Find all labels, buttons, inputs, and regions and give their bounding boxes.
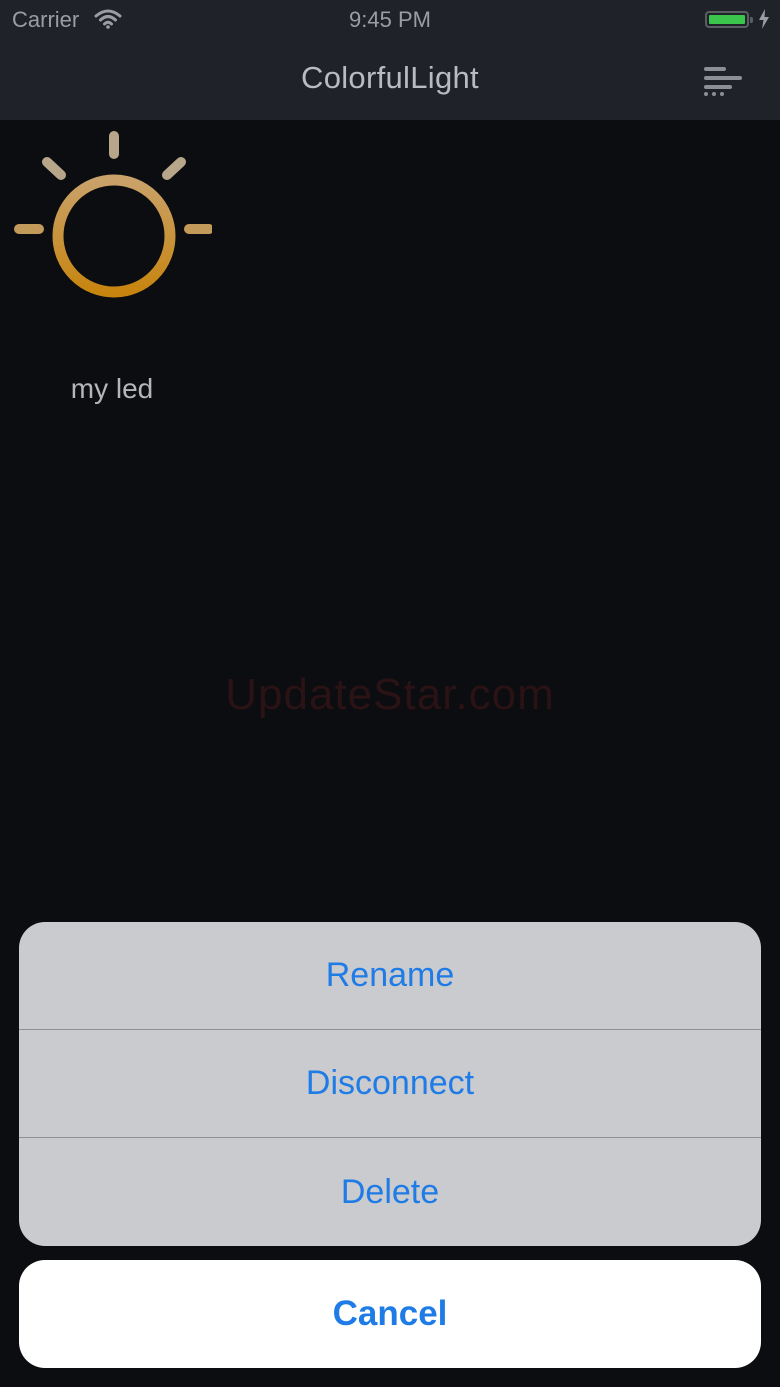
nav-bar: ColorfulLight: [0, 40, 780, 120]
cancel-button[interactable]: Cancel: [19, 1260, 761, 1368]
device-name: my led: [70, 373, 154, 404]
watermark: UpdateStar.com: [225, 670, 555, 719]
battery-icon: [705, 11, 753, 28]
light-bulb-icon: [12, 128, 214, 363]
menu-list-icon[interactable]: [700, 65, 744, 99]
clock: 9:45 PM: [349, 7, 431, 32]
status-bar: Carrier 9:45 PM: [0, 0, 780, 40]
rename-button[interactable]: Rename: [19, 922, 761, 1030]
charging-bolt-icon: [758, 8, 770, 36]
screen: Carrier 9:45 PM ColorfulLight my led Upd…: [0, 0, 780, 1387]
page-title: ColorfulLight: [301, 60, 479, 95]
disconnect-button[interactable]: Disconnect: [19, 1030, 761, 1138]
delete-button[interactable]: Delete: [19, 1138, 761, 1246]
device-tile[interactable]: my led: [12, 128, 214, 413]
action-sheet: Rename Disconnect Delete: [19, 922, 761, 1246]
